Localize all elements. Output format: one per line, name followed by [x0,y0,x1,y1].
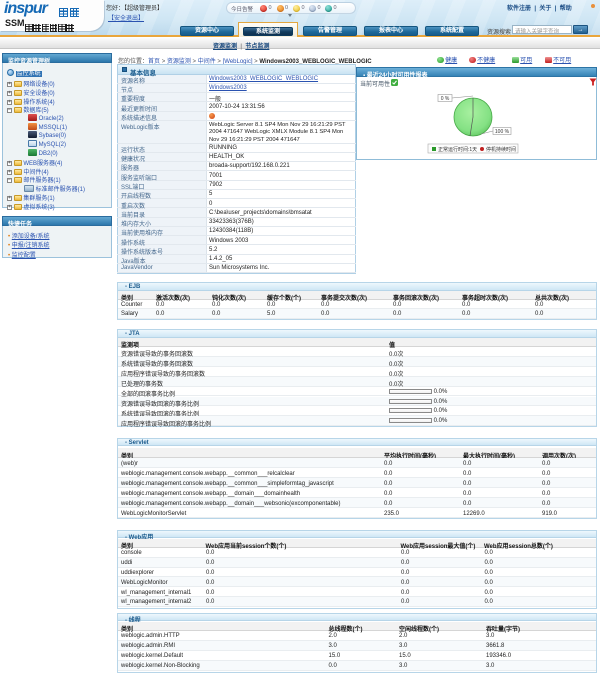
svg-text:0 %: 0 % [441,96,450,102]
svg-text:正常运行时间:1天: 正常运行时间:1天 [438,146,477,153]
svg-text:停机持续时间: 停机持续时间 [486,146,516,153]
svg-text:100 %: 100 % [495,129,510,135]
